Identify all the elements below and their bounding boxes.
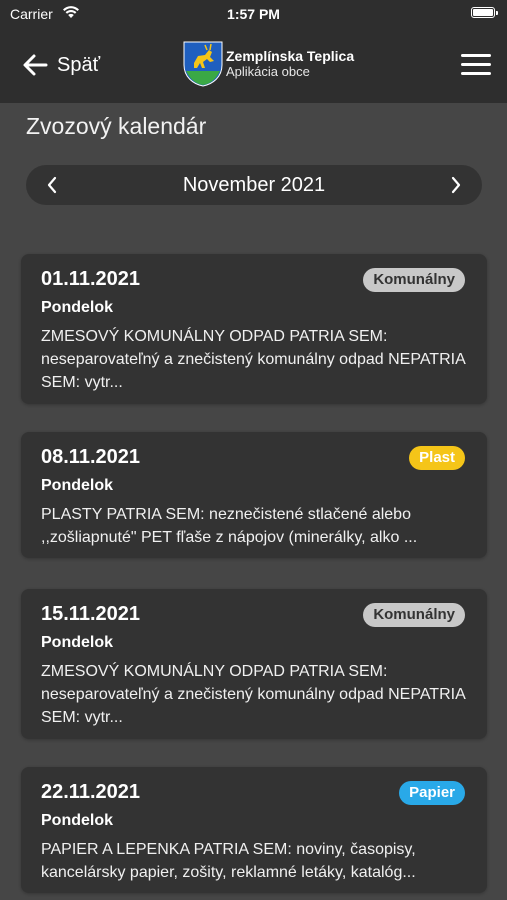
previous-month-button[interactable] bbox=[32, 165, 72, 205]
month-label: November 2021 bbox=[182, 174, 326, 196]
menu-icon-line bbox=[461, 54, 491, 57]
event-day: Pondelok bbox=[41, 477, 114, 494]
app-title: Zemplínska Teplica bbox=[226, 48, 355, 64]
menu-icon-line bbox=[461, 63, 491, 66]
event-card[interactable]: 15.11.2021 Komunálny Pondelok ZMESOVÝ KO… bbox=[21, 589, 487, 739]
waste-type-badge: Papier bbox=[399, 781, 465, 805]
event-card[interactable]: 08.11.2021 Plast Pondelok PLASTY PATRIA … bbox=[21, 432, 487, 558]
event-date: 15.11.2021 bbox=[41, 603, 140, 625]
chevron-left-icon bbox=[47, 176, 57, 194]
battery-icon bbox=[471, 7, 498, 18]
event-day: Pondelok bbox=[41, 299, 114, 316]
status-bar: Carrier 1:57 PM bbox=[0, 0, 507, 30]
event-description: PAPIER A LEPENKA PATRIA SEM: noviny, čas… bbox=[41, 841, 416, 881]
event-date: 01.11.2021 bbox=[41, 268, 140, 290]
event-card[interactable]: 01.11.2021 Komunálny Pondelok ZMESOVÝ KO… bbox=[21, 254, 487, 404]
app-logo: Zemplínska Teplica Aplikácia obce bbox=[183, 41, 354, 87]
event-description: ZMESOVÝ KOMUNÁLNY ODPAD PATRIA SEM: nese… bbox=[41, 663, 465, 726]
event-description: PLASTY PATRIA SEM: neznečistené stlačené… bbox=[41, 506, 418, 546]
logo-text: Zemplínska Teplica Aplikácia obce bbox=[226, 48, 355, 80]
back-button[interactable]: Späť bbox=[22, 50, 100, 80]
page-title: Zvozový kalendár bbox=[26, 113, 207, 139]
arrow-left-icon bbox=[23, 54, 48, 76]
clock: 1:57 PM bbox=[227, 6, 280, 22]
waste-type-badge: Komunálny bbox=[363, 268, 465, 292]
back-label: Späť bbox=[57, 53, 101, 76]
next-month-button[interactable] bbox=[436, 165, 476, 205]
event-date: 08.11.2021 bbox=[41, 446, 140, 468]
event-card[interactable]: 22.11.2021 Papier Pondelok PAPIER A LEPE… bbox=[21, 767, 487, 893]
menu-icon-line bbox=[461, 72, 491, 75]
waste-type-badge: Plast bbox=[409, 446, 465, 470]
event-day: Pondelok bbox=[41, 812, 114, 829]
village-crest-icon bbox=[183, 41, 223, 87]
event-date: 22.11.2021 bbox=[41, 781, 140, 803]
top-bar: Carrier 1:57 PM Späť Zemplínska Teplica … bbox=[0, 0, 507, 103]
waste-type-badge: Komunálny bbox=[363, 603, 465, 627]
month-navigator: November 2021 bbox=[26, 165, 482, 205]
chevron-right-icon bbox=[451, 176, 461, 194]
app-subtitle: Aplikácia obce bbox=[226, 64, 310, 79]
hamburger-menu-button[interactable] bbox=[461, 54, 491, 76]
event-day: Pondelok bbox=[41, 634, 114, 651]
event-description: ZMESOVÝ KOMUNÁLNY ODPAD PATRIA SEM: nese… bbox=[41, 328, 465, 391]
